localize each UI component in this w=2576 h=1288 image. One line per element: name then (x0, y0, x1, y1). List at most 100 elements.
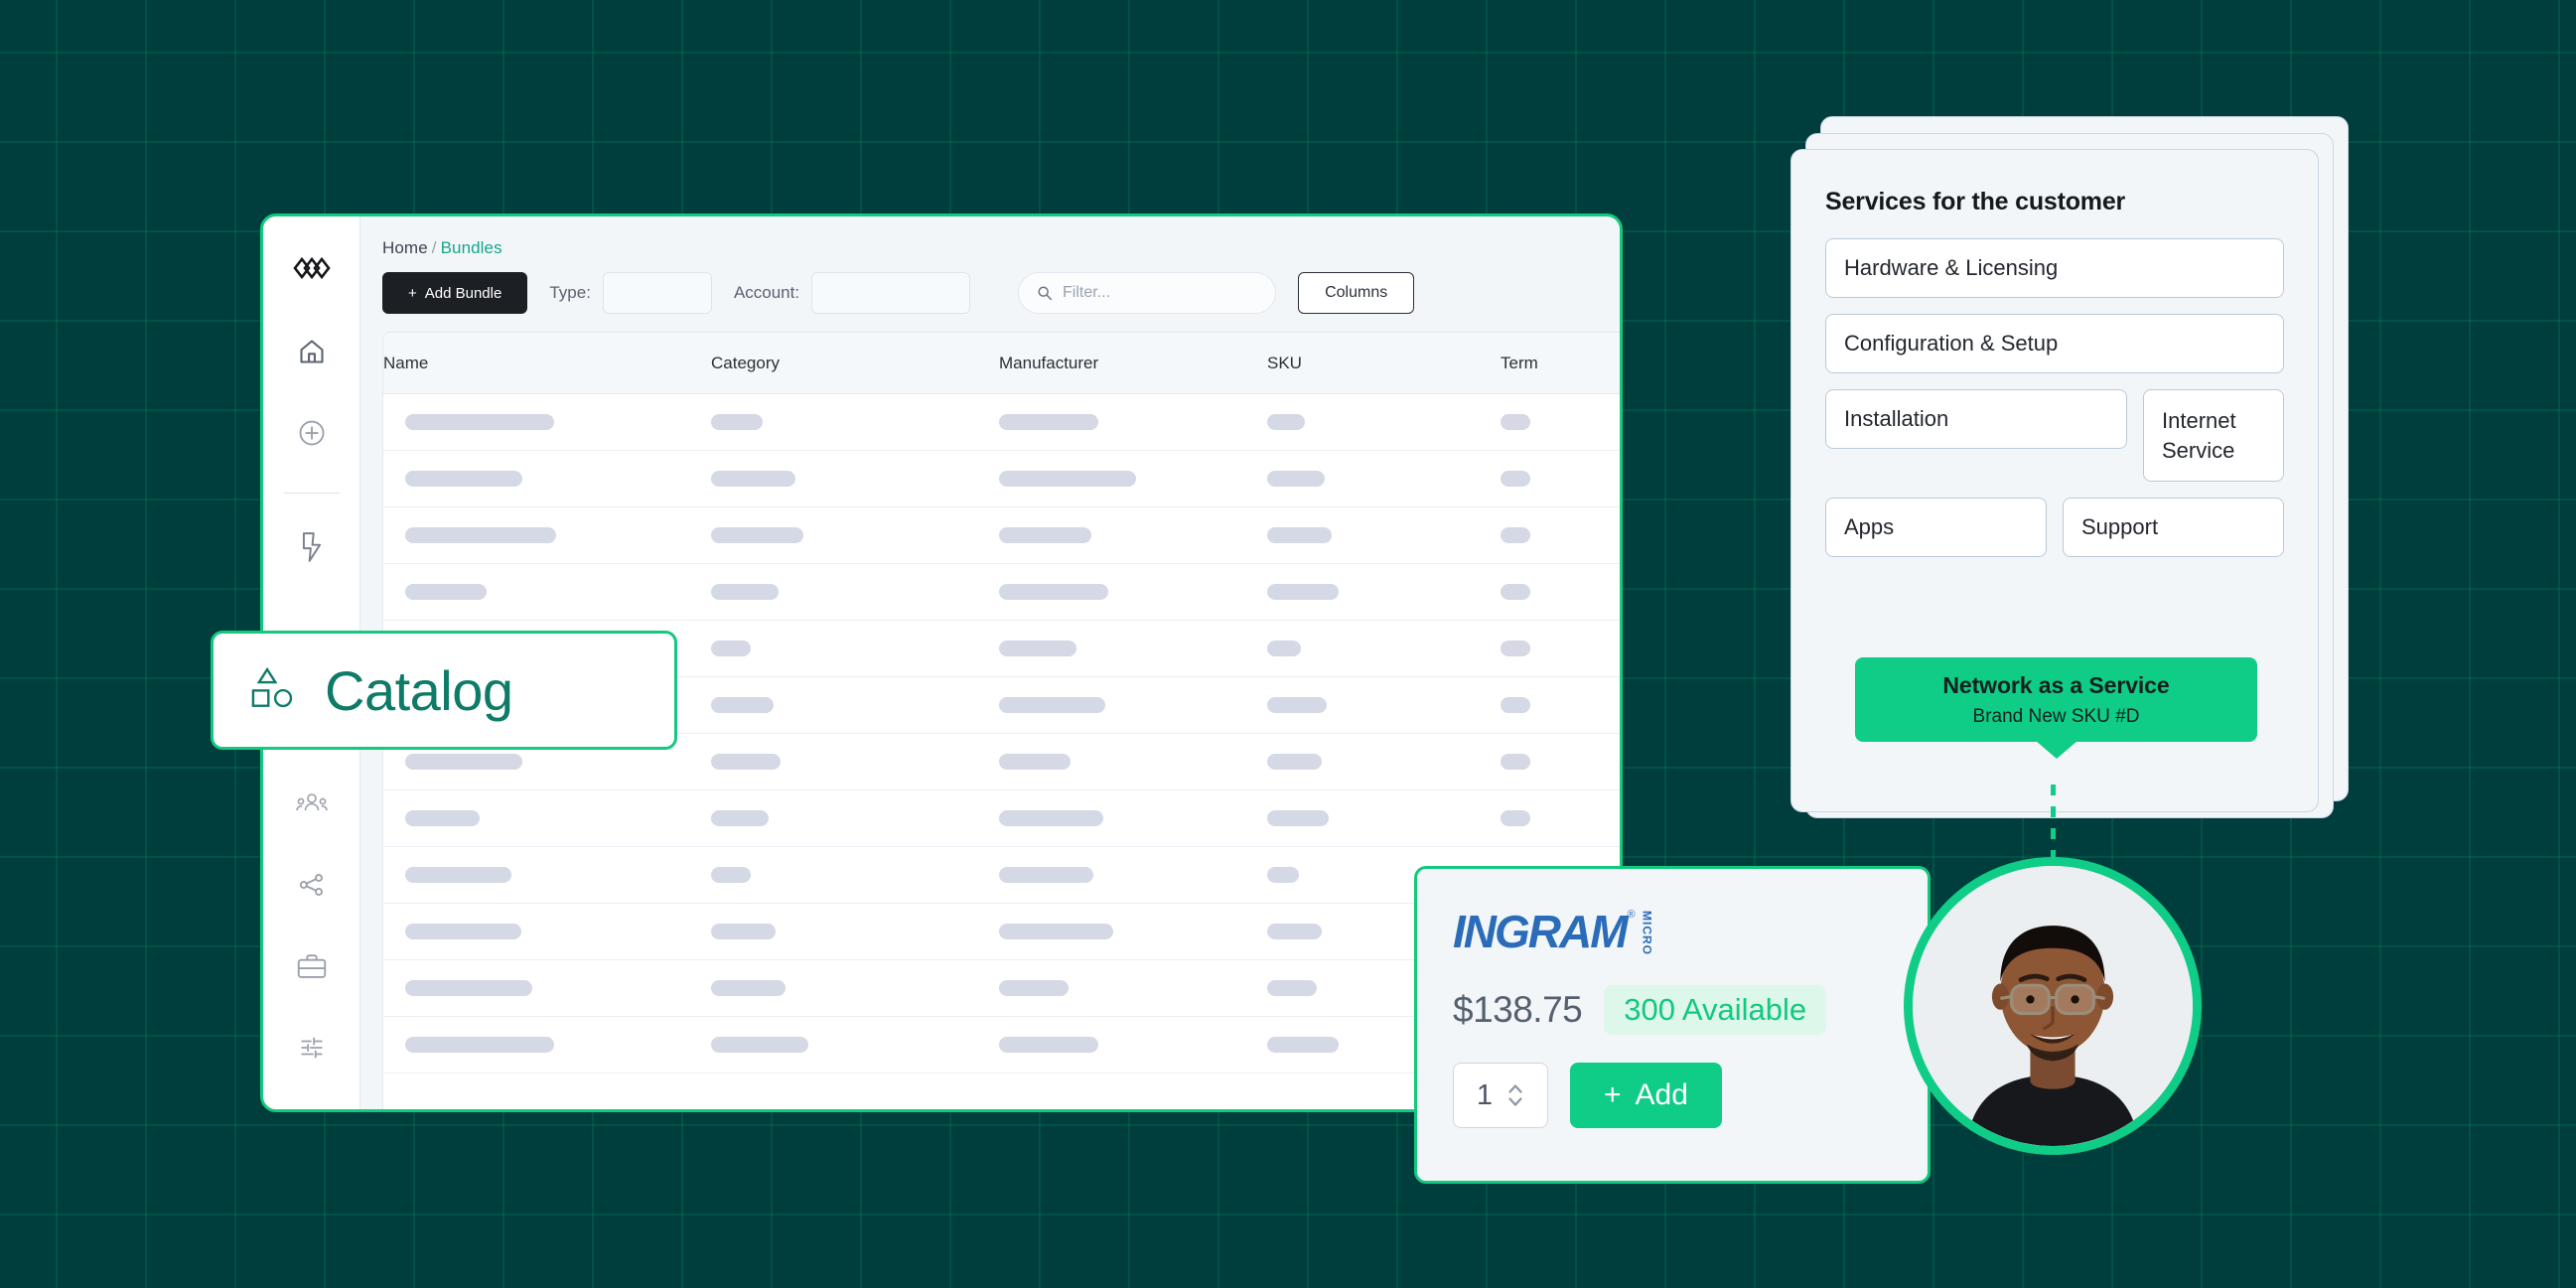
service-chip-internet-service[interactable]: Internet Service (2143, 389, 2284, 483)
skeleton-bar (1267, 584, 1339, 600)
skeleton-bar (1501, 527, 1530, 543)
table-cell-manufacturer (999, 754, 1267, 770)
service-chip-configuration-setup[interactable]: Configuration & Setup (1825, 314, 2284, 373)
table-row[interactable] (383, 394, 1620, 451)
naas-title: Network as a Service (1942, 671, 2170, 698)
purchase-row: 1 + Add (1453, 1063, 1892, 1128)
table-cell-sku (1267, 584, 1501, 600)
skeleton-bar (1501, 414, 1530, 430)
add-to-cart-button[interactable]: + Add (1570, 1063, 1722, 1128)
table-cell-sku (1267, 754, 1501, 770)
table-cell-category (711, 810, 999, 826)
table-cell-sku (1267, 414, 1501, 430)
quantity-stepper[interactable]: 1 (1453, 1063, 1548, 1128)
table-cell-sku (1267, 810, 1501, 826)
sliders-icon[interactable] (284, 1020, 340, 1075)
skeleton-bar (999, 414, 1098, 430)
shapes-icon (247, 662, 299, 719)
column-header-sku[interactable]: SKU (1267, 354, 1501, 373)
table-row[interactable] (383, 564, 1620, 621)
plus-icon: + (1604, 1078, 1622, 1111)
add-bundle-button[interactable]: + Add Bundle (382, 272, 528, 314)
columns-button[interactable]: Columns (1298, 272, 1415, 314)
skeleton-bar (999, 697, 1105, 713)
filter-search-box[interactable] (1018, 272, 1277, 314)
table-row[interactable] (383, 451, 1620, 507)
dashed-connector (2051, 785, 2056, 862)
column-header-manufacturer[interactable]: Manufacturer (999, 354, 1267, 373)
table-cell-term (1501, 810, 1620, 826)
network-as-a-service-card[interactable]: Network as a Service Brand New SKU #D (1855, 657, 2257, 759)
table-cell-category (711, 584, 999, 600)
catalog-callout: Catalog (211, 631, 677, 750)
share-nodes-icon[interactable] (284, 857, 340, 913)
stepper-chevrons-icon[interactable] (1506, 1080, 1524, 1110)
table-cell-term (1501, 754, 1620, 770)
column-header-term[interactable]: Term (1501, 354, 1620, 373)
skeleton-bar (1501, 641, 1530, 656)
service-chip-row-1: Installation Internet Service (1825, 389, 2284, 483)
skeleton-bar (711, 810, 769, 826)
column-header-name[interactable]: Name (383, 354, 711, 373)
table-cell-term (1501, 414, 1620, 430)
skeleton-bar (405, 1037, 554, 1053)
account-label: Account: (733, 283, 800, 302)
skeleton-bar (1267, 697, 1327, 713)
plus-circle-icon[interactable] (284, 405, 340, 461)
table-cell-category (711, 641, 999, 656)
table-cell-category (711, 754, 999, 770)
table-cell-name (383, 584, 711, 600)
table-cell-manufacturer (999, 414, 1267, 430)
service-chip-installation[interactable]: Installation (1825, 389, 2127, 449)
table-row[interactable] (383, 507, 1620, 564)
breadcrumb-current[interactable]: Bundles (441, 238, 502, 257)
type-select[interactable] (602, 272, 712, 314)
skeleton-bar (1501, 697, 1530, 713)
ingram-brand-text: INGRAM (1453, 906, 1629, 957)
skeleton-bar (999, 471, 1136, 487)
table-cell-category (711, 980, 999, 996)
ingram-micro-text: MICRO (1640, 911, 1654, 955)
stock-availability-badge: 300 Available (1604, 985, 1827, 1035)
table-cell-term (1501, 584, 1620, 600)
table-cell-name (383, 527, 711, 543)
skeleton-bar (405, 471, 522, 487)
logo-diamonds-icon[interactable] (284, 240, 340, 296)
search-icon (1038, 286, 1053, 301)
table-cell-term (1501, 527, 1620, 543)
customer-avatar (1904, 857, 2202, 1155)
table-cell-name (383, 754, 711, 770)
table-cell-manufacturer (999, 527, 1267, 543)
service-chip-support[interactable]: Support (2063, 498, 2284, 558)
skeleton-bar (405, 867, 511, 883)
filter-input[interactable] (1063, 284, 1258, 302)
skeleton-bar (1267, 1037, 1339, 1053)
briefcase-icon[interactable] (284, 938, 340, 994)
service-chip-hardware-licensing[interactable]: Hardware & Licensing (1825, 238, 2284, 298)
table-header-row: Name Category Manufacturer SKU Term (383, 333, 1620, 394)
skeleton-bar (999, 527, 1091, 543)
lightning-bolt-icon[interactable] (284, 519, 340, 575)
ingram-micro-product-card: INGRAM ® MICRO $138.75 300 Available 1 +… (1414, 866, 1931, 1184)
skeleton-bar (1267, 810, 1329, 826)
table-cell-category (711, 414, 999, 430)
table-cell-manufacturer (999, 641, 1267, 656)
skeleton-bar (711, 697, 774, 713)
home-icon[interactable] (284, 324, 340, 379)
users-group-icon[interactable] (284, 776, 340, 831)
skeleton-bar (1267, 471, 1325, 487)
breadcrumb-home[interactable]: Home (382, 238, 428, 257)
account-select[interactable] (811, 272, 971, 314)
table-cell-sku (1267, 471, 1501, 487)
skeleton-bar (999, 980, 1069, 996)
service-chip-apps[interactable]: Apps (1825, 498, 2047, 558)
catalog-label: Catalog (325, 658, 513, 722)
table-row[interactable] (383, 790, 1620, 847)
add-button-label: Add (1635, 1078, 1688, 1111)
avatar-photo (1913, 866, 2193, 1146)
naas-subtitle: Brand New SKU #D (1972, 705, 2140, 727)
table-cell-category (711, 697, 999, 713)
service-chip-row-2: Apps Support (1825, 498, 2284, 558)
type-filter-group: Type: (549, 272, 712, 314)
column-header-category[interactable]: Category (711, 354, 999, 373)
